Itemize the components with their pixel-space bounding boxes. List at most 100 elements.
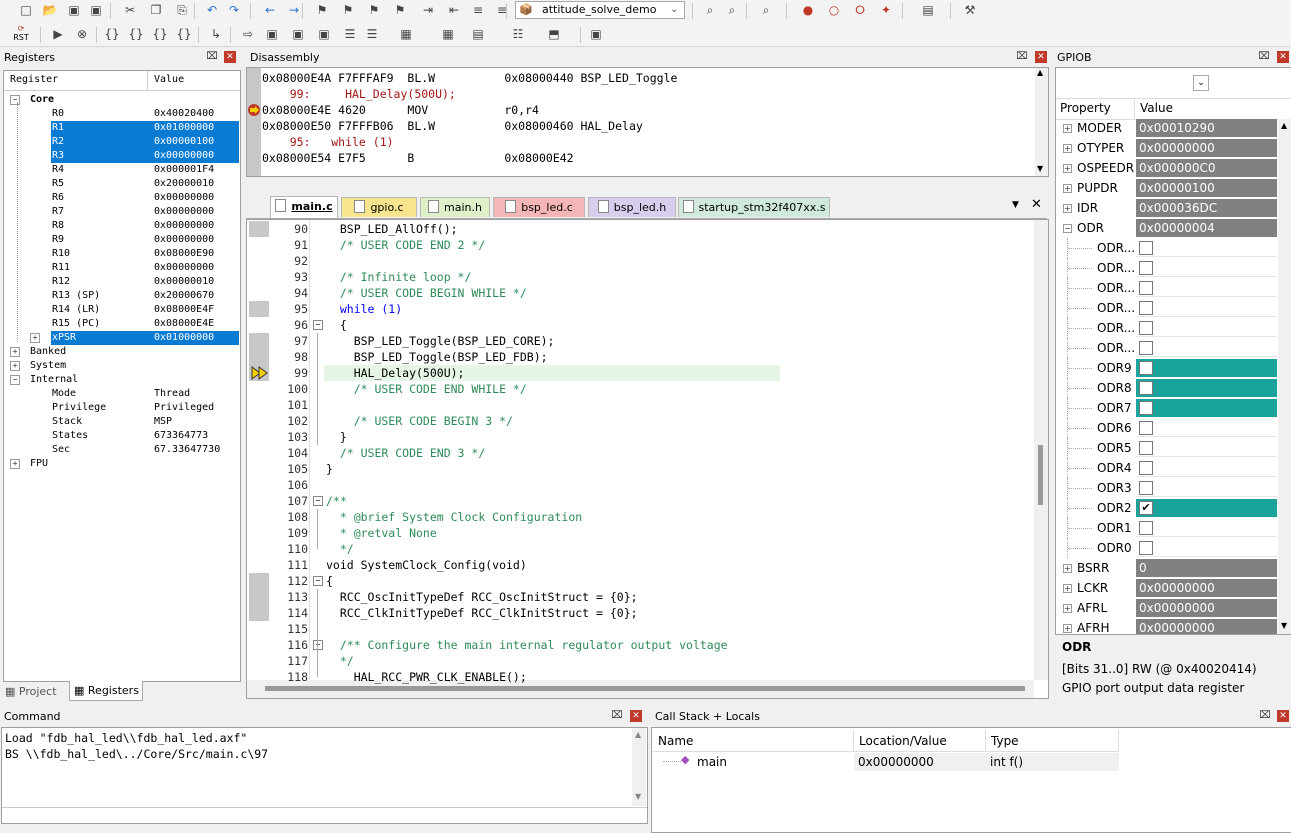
toolbox-icon[interactable]: ▣ [588, 26, 604, 42]
chevron-down-icon[interactable]: ⌄ [670, 2, 678, 18]
gpio-bit-value[interactable]: ✔ [1136, 499, 1277, 517]
code-line[interactable]: 104 /* USER CODE END 3 */ [0, 445, 780, 461]
gpio-row-odr1[interactable]: ODR1 [1057, 518, 1277, 538]
find-icon[interactable]: ⌕ [724, 2, 740, 18]
serial-window-icon[interactable]: ▦ [440, 26, 456, 42]
gpio-bit-value[interactable] [1136, 239, 1277, 257]
code-line[interactable]: 101 [0, 397, 780, 413]
disassembly-window-icon[interactable]: ▣ [264, 26, 280, 42]
hscroll-thumb[interactable] [265, 686, 1025, 691]
show-next-statement-icon[interactable]: ↳ [208, 26, 224, 42]
breakpoint-kill-icon[interactable]: ⭘ [852, 2, 868, 18]
gpio-register-value[interactable]: 0 [1136, 559, 1277, 577]
gpio-row-odr7[interactable]: ODR7 [1057, 398, 1277, 418]
register-row[interactable]: R7 0x00000000 [4, 205, 240, 219]
register-value[interactable]: 0x00000000 [154, 191, 214, 205]
close-icon[interactable]: ✕ [224, 51, 236, 63]
command-input[interactable] [2, 807, 647, 824]
gpio-row-ospeedr[interactable]: + OSPEEDR 0x000000C0 [1057, 158, 1277, 178]
register-value[interactable]: 0x00000100 [154, 135, 214, 149]
gpio-register-value[interactable]: 0x00000004 [1136, 219, 1277, 237]
gpio-bit-value[interactable] [1136, 319, 1277, 337]
code-line[interactable]: 110 */ [0, 541, 780, 557]
project-combo[interactable]: 📦 attitude_solve_demo ⌄ [515, 1, 685, 19]
register-value[interactable]: 0x01000000 [154, 121, 214, 135]
trace-window-icon[interactable]: ☷ [510, 26, 526, 42]
scroll-down-icon[interactable]: ▼ [635, 792, 641, 801]
run-icon[interactable]: ▶ [50, 26, 66, 42]
step-out-icon[interactable]: {} [152, 26, 168, 42]
command-window-icon[interactable]: ⇨ [240, 26, 256, 42]
close-icon[interactable]: ✕ [1277, 51, 1289, 63]
code-line[interactable]: 108 * @brief System Clock Configuration [0, 509, 780, 525]
checkbox[interactable] [1139, 341, 1153, 355]
pin-icon[interactable]: ⌧ [611, 709, 623, 723]
memory-window-icon[interactable]: ▦ [398, 26, 414, 42]
redo-icon[interactable]: ↷ [226, 2, 242, 18]
tab-list-dropdown-icon[interactable]: ▼ [1012, 200, 1019, 210]
pin-icon[interactable]: ⌧ [1259, 709, 1271, 723]
open-folder-icon[interactable]: 📂 [42, 2, 58, 18]
gpio-bit-value[interactable] [1136, 539, 1277, 557]
gpio-bit-value[interactable] [1136, 519, 1277, 537]
gpio-row-odrx[interactable]: ODR... [1057, 238, 1277, 258]
checkbox[interactable] [1139, 421, 1153, 435]
scroll-up-icon[interactable]: ▲ [1281, 121, 1287, 130]
bookmark-clear-icon[interactable]: ⚑ [392, 2, 408, 18]
gpio-scrollbar[interactable]: ▲ ▼ [1278, 119, 1291, 634]
gpio-row-odr3[interactable]: ODR3 [1057, 478, 1277, 498]
gpio-row-odr4[interactable]: ODR4 [1057, 458, 1277, 478]
code-line[interactable]: 96− { [0, 317, 780, 333]
cut-icon[interactable]: ✂ [122, 2, 138, 18]
gpio-row-afrl[interactable]: + AFRL 0x00000000 [1057, 598, 1277, 618]
code-line[interactable]: 91 /* USER CODE END 2 */ [0, 237, 780, 253]
checkbox[interactable]: ✔ [1139, 501, 1153, 515]
expand-icon[interactable]: + [1063, 584, 1072, 593]
step-into-icon[interactable]: {} [104, 26, 120, 42]
gpio-bit-value[interactable] [1136, 399, 1277, 417]
register-row[interactable]: R1 0x01000000 [4, 121, 240, 135]
settings-wrench-icon[interactable]: ⚒ [962, 2, 978, 18]
disassembly-line[interactable]: 0x08000E4A F7FFFAF9 BL.W 0x08000440 BSP_… [262, 70, 677, 86]
expand-icon[interactable]: + [1063, 204, 1072, 213]
close-tab-icon[interactable]: ✕ [1031, 197, 1042, 212]
tab-startup_stm32f407xx-s[interactable]: startup_stm32f407xx.s [678, 197, 830, 217]
checkbox[interactable] [1139, 541, 1153, 555]
gpio-row-afrh[interactable]: + AFRH 0x00000000 [1057, 618, 1277, 634]
undo-icon[interactable]: ↶ [204, 2, 220, 18]
expand-icon[interactable]: + [1063, 564, 1072, 573]
disassembly-line[interactable]: 99: HAL_Delay(500U); [262, 86, 456, 102]
nav-forward-icon[interactable]: → [286, 2, 302, 18]
code-line[interactable]: 111 void SystemClock_Config(void) [0, 557, 780, 573]
close-icon[interactable]: ✕ [630, 710, 642, 722]
checkbox[interactable] [1139, 281, 1153, 295]
code-line[interactable]: 92 [0, 253, 780, 269]
gpio-bit-value[interactable] [1136, 459, 1277, 477]
expand-icon[interactable]: + [1063, 184, 1072, 193]
code-line[interactable]: 99 HAL_Delay(500U); [0, 365, 780, 381]
code-line[interactable]: 102 /* USER CODE BEGIN 3 */ [0, 413, 780, 429]
gpio-dropdown-chevron-icon[interactable]: ⌄ [1193, 75, 1209, 91]
code-line[interactable]: 107−/** [0, 493, 780, 509]
code-line[interactable]: 118 HAL_RCC_PWR_CLK_ENABLE(); [0, 669, 780, 685]
register-value[interactable]: 0x000001F4 [154, 163, 214, 177]
gpio-row-pupdr[interactable]: + PUPDR 0x00000100 [1057, 178, 1277, 198]
breakpoint-all-icon[interactable]: ✦ [878, 2, 894, 18]
expand-icon[interactable]: + [1063, 124, 1072, 133]
register-group[interactable]: − Core [4, 93, 240, 107]
save-all-icon[interactable]: ▣ [88, 2, 104, 18]
comment-icon[interactable]: ≡ [470, 2, 486, 18]
gpio-register-value[interactable]: 0x00000000 [1136, 139, 1277, 157]
register-row[interactable]: R2 0x00000100 [4, 135, 240, 149]
gpio-row-idr[interactable]: + IDR 0x000036DC [1057, 198, 1277, 218]
code-line[interactable]: 100 /* USER CODE END WHILE */ [0, 381, 780, 397]
code-line[interactable]: 113 RCC_OscInitTypeDef RCC_OscInitStruct… [0, 589, 780, 605]
callstack-location[interactable]: 0x00000000 [854, 753, 986, 771]
expand-icon[interactable]: + [1063, 144, 1072, 153]
checkbox[interactable] [1139, 401, 1153, 415]
reset-button[interactable]: ⟳ RST [10, 24, 32, 44]
scroll-thumb[interactable] [1038, 445, 1043, 505]
pin-icon[interactable]: ⌧ [1016, 50, 1028, 64]
step-over-icon[interactable]: {} [128, 26, 144, 42]
callstack-row[interactable]: ◆ main 0x00000000 int f() [653, 752, 1119, 772]
